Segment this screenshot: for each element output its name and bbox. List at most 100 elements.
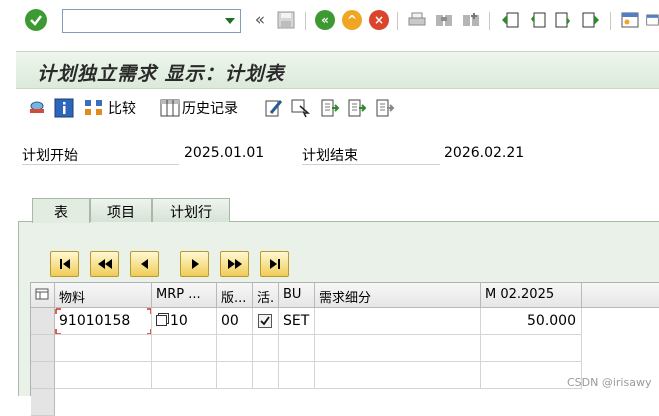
back-green-icon[interactable]: « xyxy=(315,10,335,30)
shortcut-icon[interactable] xyxy=(646,10,659,30)
separator xyxy=(397,12,398,30)
double-left-icon xyxy=(97,259,112,269)
export-button-2[interactable] xyxy=(347,97,367,119)
focus-frame-icon xyxy=(55,308,151,334)
cell-empty[interactable] xyxy=(279,362,315,389)
cell-bu[interactable]: SET xyxy=(279,308,315,335)
cell-empty[interactable] xyxy=(253,362,279,389)
column-header-mrp[interactable]: MRP ... xyxy=(152,283,217,308)
cell-empty[interactable] xyxy=(481,335,582,362)
tab-label: 项目 xyxy=(107,205,135,221)
last-row-button[interactable] xyxy=(260,251,289,277)
cell-empty[interactable] xyxy=(217,335,253,362)
tab-table[interactable]: 表 xyxy=(32,198,90,223)
system-toolbar: « « ^ × xyxy=(0,0,659,42)
history-button[interactable]: 历史记录 xyxy=(160,97,238,119)
export-button-3[interactable] xyxy=(375,97,395,119)
column-header-bu[interactable]: BU xyxy=(279,283,315,308)
tab-label: 表 xyxy=(54,205,68,221)
mrp-value: 10 xyxy=(170,313,188,329)
plan-start-value[interactable]: 2025.01.01 xyxy=(184,145,264,161)
cell-empty[interactable] xyxy=(315,362,481,389)
cancel-icon[interactable]: × xyxy=(369,10,389,30)
column-header-segment[interactable]: 需求细分 xyxy=(315,283,481,308)
tab-items[interactable]: 项目 xyxy=(90,198,152,222)
cell-material[interactable]: 91010158 xyxy=(55,308,152,335)
cell-mrp[interactable]: 10 xyxy=(152,308,217,335)
page-title: 计划独立需求 显示：计划表 xyxy=(37,63,285,85)
tabstrip: 表 项目 计划行 xyxy=(18,198,659,223)
column-header-active[interactable]: 活. xyxy=(253,283,279,308)
cell-empty[interactable] xyxy=(152,335,217,362)
history-label: 历史记录 xyxy=(182,101,238,117)
column-header-material[interactable]: 物料 xyxy=(55,283,152,308)
row-selector[interactable] xyxy=(31,389,55,416)
prev-block-button[interactable] xyxy=(90,251,119,277)
chevron-down-icon[interactable] xyxy=(225,18,235,24)
column-header-month[interactable]: M 02.2025 xyxy=(481,283,582,308)
prev-page-icon[interactable] xyxy=(527,10,547,30)
find-next-icon[interactable] xyxy=(461,10,481,30)
save-icon[interactable] xyxy=(276,10,296,30)
plan-start-label: 计划开始 xyxy=(22,145,179,165)
print-icon[interactable] xyxy=(407,10,427,30)
command-field[interactable] xyxy=(62,9,241,33)
next-page-icon[interactable] xyxy=(554,10,574,30)
first-icon xyxy=(59,259,70,269)
cell-empty[interactable] xyxy=(55,335,152,362)
next-row-button[interactable] xyxy=(180,251,209,277)
separator xyxy=(489,12,490,30)
left-icon xyxy=(140,259,148,269)
document-arrow-icon xyxy=(348,99,367,117)
separator xyxy=(610,12,611,30)
right-icon xyxy=(191,259,199,269)
cell-empty[interactable] xyxy=(279,335,315,362)
cell-empty[interactable] xyxy=(217,362,253,389)
cursor-icon xyxy=(291,99,310,118)
title-bar: 计划独立需求 显示：计划表 xyxy=(16,51,659,89)
exit-icon[interactable]: ^ xyxy=(342,10,362,30)
back-icon[interactable]: « xyxy=(250,10,270,30)
first-page-icon[interactable] xyxy=(500,10,520,30)
compare-icon xyxy=(85,100,102,115)
column-header-version[interactable]: 版... xyxy=(217,283,253,308)
cell-empty[interactable] xyxy=(55,362,152,389)
row-selector[interactable] xyxy=(31,362,55,389)
row-selector[interactable] xyxy=(31,308,55,335)
export-button-1[interactable] xyxy=(320,97,340,119)
find-icon[interactable] xyxy=(434,10,454,30)
schedule-table: 物料 MRP ... 版... 活. BU 需求细分 M 02.2025 910… xyxy=(30,282,659,416)
prev-row-button[interactable] xyxy=(130,251,159,277)
ok-check-icon[interactable] xyxy=(25,9,47,31)
edit-button[interactable] xyxy=(264,97,284,119)
tab-label: 计划行 xyxy=(170,205,212,221)
plan-end-label: 计划结束 xyxy=(302,145,440,165)
info-button[interactable] xyxy=(54,97,74,119)
cell-active[interactable] xyxy=(253,308,279,335)
copy-icon xyxy=(156,315,167,326)
cell-version[interactable]: 00 xyxy=(217,308,253,335)
compare-button[interactable]: 比较 xyxy=(84,97,136,119)
checkbox-checked-icon xyxy=(258,314,272,328)
cell-empty[interactable] xyxy=(315,335,481,362)
row-selector[interactable] xyxy=(31,335,55,362)
display-change-button[interactable] xyxy=(27,97,47,119)
last-page-icon[interactable] xyxy=(581,10,601,30)
select-all-header[interactable] xyxy=(31,283,55,308)
cell-empty[interactable] xyxy=(253,335,279,362)
select-button[interactable] xyxy=(291,97,311,119)
glasses-icon xyxy=(30,101,44,113)
cell-quantity[interactable]: 50.000 xyxy=(481,308,582,335)
first-row-button[interactable] xyxy=(50,251,79,277)
table-icon xyxy=(160,99,180,117)
application-toolbar: 比较 历史记录 xyxy=(0,94,659,124)
new-session-icon[interactable] xyxy=(620,10,640,30)
tab-schedule-lines[interactable]: 计划行 xyxy=(152,198,230,222)
last-icon xyxy=(269,259,280,269)
plan-end-value[interactable]: 2026.02.21 xyxy=(444,145,524,161)
next-block-button[interactable] xyxy=(220,251,249,277)
separator xyxy=(305,12,306,30)
pencil-icon xyxy=(265,100,283,117)
cell-empty[interactable] xyxy=(152,362,217,389)
cell-segment[interactable] xyxy=(315,308,481,335)
